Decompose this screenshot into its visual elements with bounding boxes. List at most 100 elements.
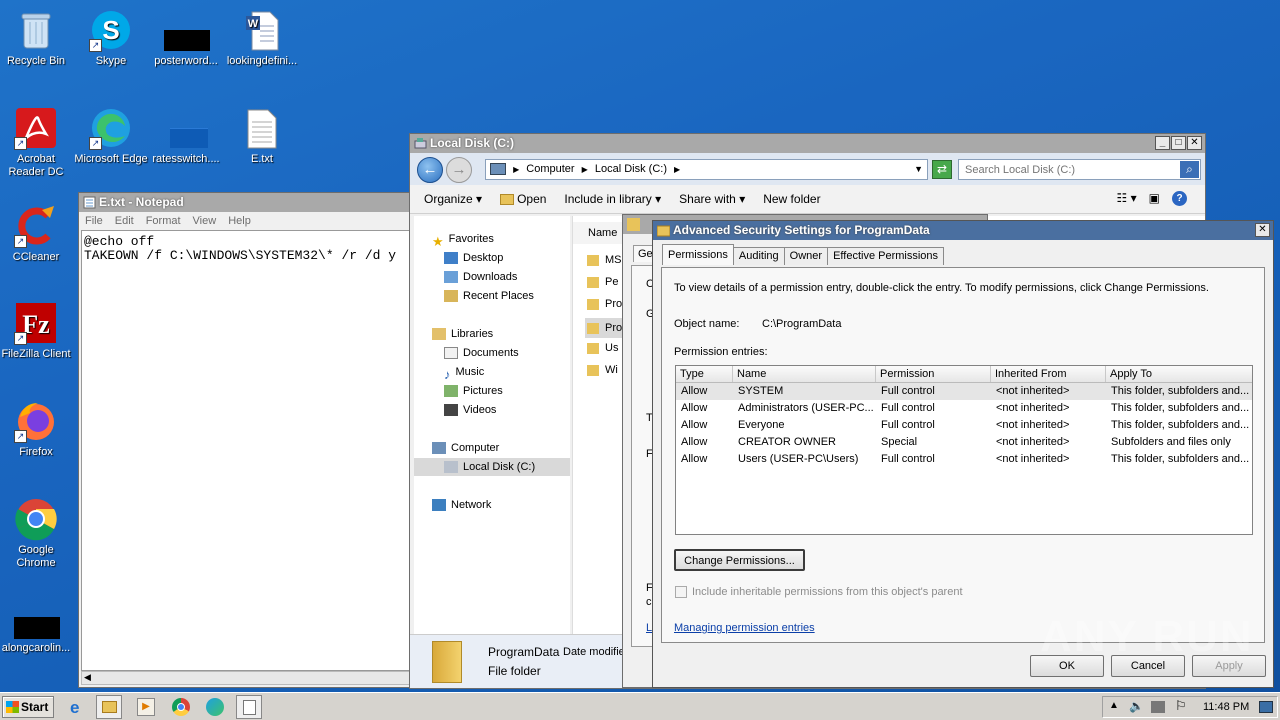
desktop-icon-chrome[interactable]: Google Chrome xyxy=(0,497,74,570)
internet-explorer-icon[interactable]: e xyxy=(70,698,88,717)
nav-favorites[interactable]: ★ Favorites xyxy=(428,230,494,249)
desktop-icon-skype[interactable]: S ↗ Skype xyxy=(73,8,149,68)
media-player-icon[interactable]: ▶ xyxy=(137,698,155,716)
table-row[interactable]: Allow SYSTEM Full control <not inherited… xyxy=(676,383,1252,400)
notepad-icon xyxy=(83,196,96,209)
desktop-icon-firefox[interactable]: ↗ Firefox xyxy=(0,399,74,459)
nav-local-disk[interactable]: Local Disk (C:) xyxy=(414,458,570,476)
refresh-button[interactable]: ⇄ xyxy=(932,160,952,179)
include-inheritable-checkbox[interactable]: Include inheritable permissions from thi… xyxy=(675,586,963,599)
file-row[interactable]: Pe xyxy=(587,276,618,288)
desktop-icon-ccleaner[interactable]: ↗ CCleaner xyxy=(0,204,74,264)
desktop-icon-lookingdefini[interactable]: W lookingdefini... xyxy=(224,8,300,68)
desktop-icon-alongcarolin[interactable]: alongcarolin... xyxy=(0,595,74,655)
nav-downloads[interactable]: Downloads xyxy=(440,268,517,286)
action-center-flag-icon[interactable]: ⚐ xyxy=(1175,698,1187,714)
include-in-library-button[interactable]: Include in library ▾ xyxy=(564,192,661,206)
table-row[interactable]: Allow Administrators (USER-PC... Full co… xyxy=(676,400,1252,417)
view-options-icon[interactable]: ☷ ▾ xyxy=(1117,191,1137,206)
breadcrumb-local-disk[interactable]: Local Disk (C:) xyxy=(595,163,667,175)
desktop-icon-recycle-bin[interactable]: Recycle Bin xyxy=(0,8,74,68)
security-titlebar[interactable]: Advanced Security Settings for ProgramDa… xyxy=(653,221,1273,240)
change-permissions-button[interactable]: Change Permissions... xyxy=(674,549,805,571)
forward-button[interactable]: → xyxy=(446,157,472,183)
tab-owner[interactable]: Owner xyxy=(783,247,829,265)
nav-music[interactable]: ♪ Music xyxy=(440,363,484,382)
svg-text:W: W xyxy=(248,18,259,30)
back-button[interactable]: ← xyxy=(417,157,443,183)
column-name[interactable]: Name xyxy=(733,366,876,382)
start-button[interactable]: Start xyxy=(2,696,54,718)
new-folder-button[interactable]: New folder xyxy=(763,192,820,206)
desktop-icon-edge[interactable]: ↗ Microsoft Edge xyxy=(73,106,149,166)
column-apply-to[interactable]: Apply To xyxy=(1106,366,1252,382)
close-button[interactable]: ✕ xyxy=(1187,136,1202,150)
desktop-icon-filezilla[interactable]: Fz ↗ FileZilla Client xyxy=(0,301,74,361)
minimize-button[interactable]: _ xyxy=(1155,136,1170,150)
managing-permission-entries-link[interactable]: Managing permission entries xyxy=(674,622,815,634)
nav-libraries[interactable]: Libraries xyxy=(428,325,493,343)
table-row[interactable]: Allow Everyone Full control <not inherit… xyxy=(676,417,1252,434)
tab-effective-permissions[interactable]: Effective Permissions xyxy=(827,247,945,265)
file-row[interactable]: Us xyxy=(587,342,618,354)
desktop-icon-acrobat[interactable]: ↗ Acrobat Reader DC xyxy=(0,106,74,179)
open-button[interactable]: Open xyxy=(500,192,546,206)
file-row-selected[interactable]: Pro xyxy=(585,318,625,338)
explorer-titlebar[interactable]: Local Disk (C:) _ □ ✕ xyxy=(410,134,1205,153)
acrobat-icon: ↗ xyxy=(14,106,58,150)
help-icon[interactable]: ? xyxy=(1172,191,1187,206)
menu-format[interactable]: Format xyxy=(146,215,181,227)
show-desktop-icon[interactable] xyxy=(1259,701,1273,713)
address-box[interactable]: ▶ Computer ▶ Local Disk (C:) ▶ ▼ xyxy=(485,159,928,180)
search-box[interactable]: ⌕ xyxy=(958,159,1201,180)
column-type[interactable]: Type xyxy=(676,366,733,382)
share-with-button[interactable]: Share with ▾ xyxy=(679,192,745,206)
nav-recent-places[interactable]: Recent Places xyxy=(440,287,534,305)
desktop-icon-ratesswitch[interactable]: ratesswitch.... xyxy=(148,106,224,166)
desktop-icon-posterword[interactable]: posterword... xyxy=(148,8,224,68)
clock[interactable]: 11:48 PM xyxy=(1203,701,1249,713)
notepad-taskbar-icon[interactable] xyxy=(236,695,262,719)
menu-edit[interactable]: Edit xyxy=(115,215,134,227)
nav-pictures[interactable]: Pictures xyxy=(440,382,503,400)
menu-view[interactable]: View xyxy=(193,215,217,227)
shortcut-arrow-icon: ↗ xyxy=(14,137,27,150)
tab-permissions[interactable]: Permissions xyxy=(662,244,734,265)
volume-icon[interactable]: 🔈 xyxy=(1129,699,1144,713)
file-row[interactable]: Pro xyxy=(587,298,622,310)
column-permission[interactable]: Permission xyxy=(876,366,991,382)
table-row[interactable]: Allow CREATOR OWNER Special <not inherit… xyxy=(676,434,1252,451)
address-dropdown-icon[interactable]: ▼ xyxy=(914,160,923,179)
nav-documents[interactable]: Documents xyxy=(440,344,519,362)
network-tray-icon[interactable] xyxy=(1151,701,1165,713)
menu-file[interactable]: File xyxy=(85,215,103,227)
shortcut-arrow-icon: ↗ xyxy=(14,430,27,443)
breadcrumb-computer[interactable]: Computer xyxy=(526,163,574,175)
tab-auditing[interactable]: Auditing xyxy=(732,247,785,265)
permission-entries-list[interactable]: Type Name Permission Inherited From Appl… xyxy=(675,365,1253,535)
edge-taskbar-icon[interactable] xyxy=(206,698,224,716)
nav-videos[interactable]: Videos xyxy=(440,401,496,419)
checkbox-label: Include inheritable permissions from thi… xyxy=(692,586,963,598)
file-row[interactable]: Wi xyxy=(587,364,618,376)
search-input[interactable] xyxy=(959,160,1174,179)
nav-computer[interactable]: Computer xyxy=(428,439,499,457)
desktop-icon-etxt[interactable]: E.txt xyxy=(224,106,300,166)
search-icon[interactable]: ⌕ xyxy=(1180,161,1199,178)
preview-pane-icon[interactable]: ▣ xyxy=(1149,191,1160,206)
column-inherited-from[interactable]: Inherited From xyxy=(991,366,1106,382)
nav-network[interactable]: Network xyxy=(428,496,491,514)
file-row[interactable]: MS xyxy=(587,254,622,266)
close-button[interactable]: ✕ xyxy=(1255,223,1270,237)
checkbox-box[interactable] xyxy=(675,586,687,599)
details-name: ProgramData xyxy=(488,645,560,659)
table-row[interactable]: Allow Users (USER-PC\Users) Full control… xyxy=(676,451,1252,468)
organize-button[interactable]: Organize ▾ xyxy=(424,192,482,206)
chrome-taskbar-icon[interactable] xyxy=(172,698,190,716)
maximize-button[interactable]: □ xyxy=(1171,136,1186,150)
nav-desktop[interactable]: Desktop xyxy=(440,249,503,267)
scroll-left-arrow-icon[interactable]: ◀ xyxy=(84,672,91,683)
explorer-taskbar-icon[interactable] xyxy=(96,695,122,719)
tray-expand-icon[interactable]: ▲ xyxy=(1109,700,1119,711)
menu-help[interactable]: Help xyxy=(228,215,251,227)
